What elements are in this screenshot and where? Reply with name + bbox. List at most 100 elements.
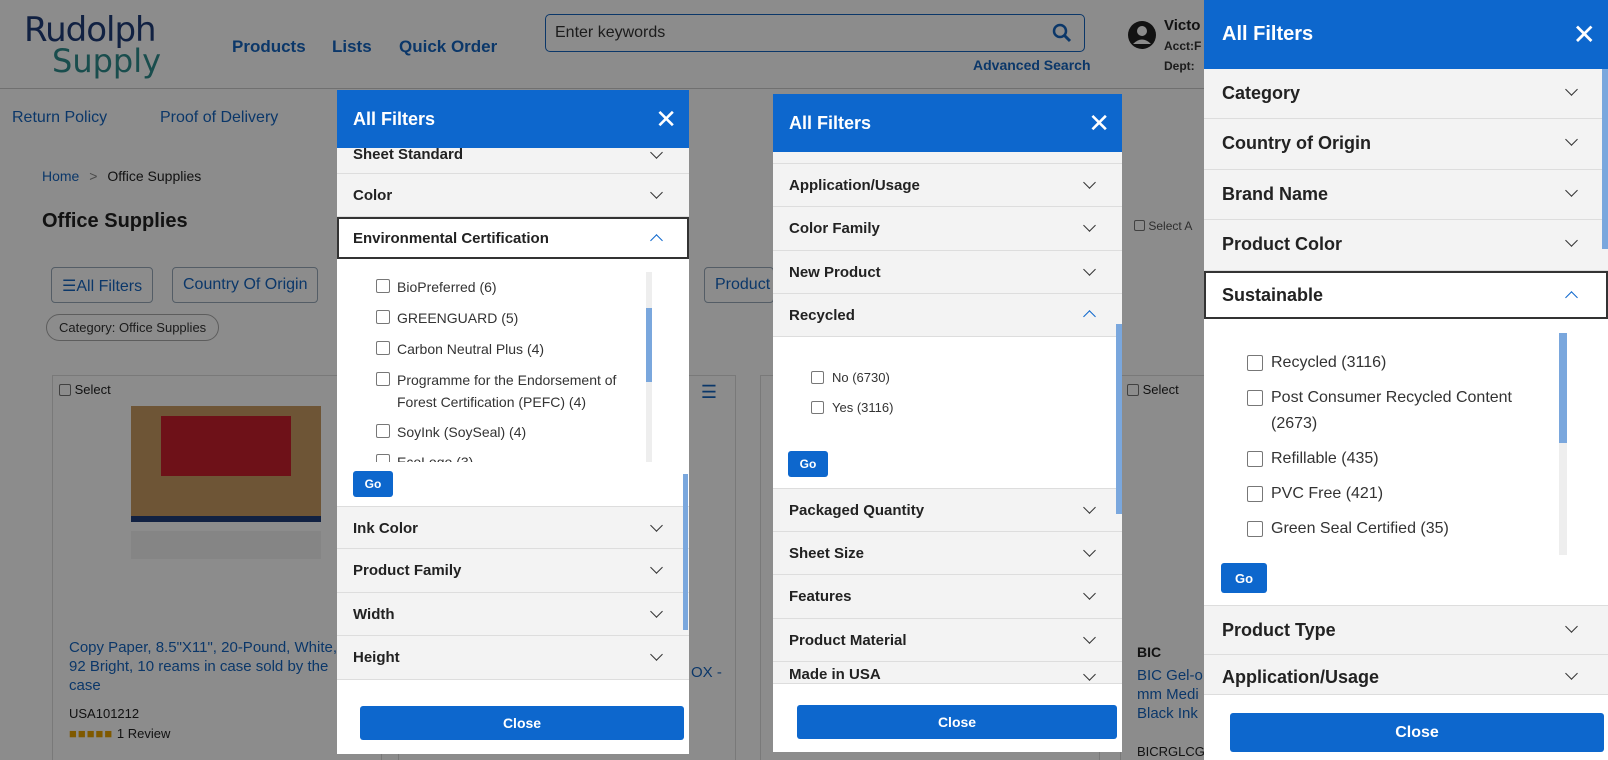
filter-row-ink-color[interactable]: Ink Color xyxy=(337,506,689,549)
filter-row-partial[interactable] xyxy=(773,152,1122,164)
filter-row-label: Recycled xyxy=(789,307,855,324)
filter-row-features[interactable]: Features xyxy=(773,575,1122,619)
filter-row-color-family[interactable]: Color Family xyxy=(773,207,1122,251)
options-scrollbar-thumb[interactable] xyxy=(1559,333,1567,443)
filter-row-recycled[interactable]: Recycled xyxy=(773,294,1122,337)
option-checkbox[interactable] xyxy=(1247,521,1263,537)
chevron-down-icon xyxy=(1565,620,1578,633)
filter-row-made-in-usa[interactable]: Made in USA xyxy=(773,662,1122,684)
option-checkbox[interactable] xyxy=(1247,355,1263,371)
option-checkbox[interactable] xyxy=(376,279,390,293)
chevron-down-icon xyxy=(1083,219,1096,232)
filter-row-application-usage[interactable]: Application/Usage xyxy=(773,164,1122,207)
filter-row-label: Country of Origin xyxy=(1222,133,1371,153)
filter-row-category[interactable]: Category xyxy=(1204,69,1608,119)
filter-row-product-family[interactable]: Product Family xyxy=(337,549,689,593)
option-label[interactable]: Refillable (435) xyxy=(1271,450,1379,468)
filter-row-label: Product Color xyxy=(1222,234,1342,254)
panel-scrollbar-thumb[interactable] xyxy=(683,474,688,630)
go-button[interactable]: Go xyxy=(788,451,828,477)
filter-row-country-of-origin[interactable]: Country of Origin xyxy=(1204,119,1608,170)
option-checkbox[interactable] xyxy=(376,372,390,386)
close-icon[interactable]: ✕ xyxy=(1088,108,1110,139)
filter-row-label: Application/Usage xyxy=(1222,667,1380,687)
filter-row-label: Environmental Certification xyxy=(353,230,549,247)
option-label[interactable]: Recycled (3116) xyxy=(1271,354,1386,372)
option-label[interactable]: Post Consumer Recycled Content xyxy=(1271,389,1512,407)
filter-row-brand-name[interactable]: Brand Name xyxy=(1204,170,1608,220)
option-label[interactable]: BioPreferred (6) xyxy=(397,279,497,295)
filter-row-label: Category xyxy=(1222,83,1301,103)
close-button[interactable]: Close xyxy=(360,706,684,740)
panel-header: All Filters ✕ xyxy=(773,94,1122,152)
filter-row-sheet-size[interactable]: Sheet Size xyxy=(773,532,1122,575)
filter-row-height[interactable]: Height xyxy=(337,636,689,680)
filter-row-width[interactable]: Width xyxy=(337,593,689,636)
filter-row-label: Features xyxy=(789,588,852,605)
chevron-down-icon xyxy=(650,561,663,574)
option-checkbox[interactable] xyxy=(1247,451,1263,467)
filter-row-label: Sustainable xyxy=(1222,285,1324,305)
panel-scrollbar-thumb[interactable] xyxy=(1116,324,1122,514)
option-label[interactable]: SoyInk (SoySeal) (4) xyxy=(397,424,526,440)
chevron-down-icon xyxy=(1083,544,1096,557)
chevron-down-icon xyxy=(1565,184,1578,197)
option-label[interactable]: GREENGUARD (5) xyxy=(397,310,518,326)
filter-row-product-type[interactable]: Product Type xyxy=(1204,605,1608,655)
option-label[interactable]: Green Seal Certified (35) xyxy=(1271,520,1449,538)
chevron-up-icon xyxy=(1083,310,1096,323)
filter-row-environmental-certification[interactable]: Environmental Certification xyxy=(337,217,689,259)
option-label[interactable]: Programme for the Endorsement of xyxy=(397,372,616,388)
filter-row-label: Sheet Size xyxy=(789,545,865,562)
go-button[interactable]: Go xyxy=(353,471,393,497)
chevron-down-icon xyxy=(1083,176,1096,189)
option-checkbox[interactable] xyxy=(1247,390,1263,406)
filter-row-label: Product Material xyxy=(789,632,907,649)
filter-row-product-material[interactable]: Product Material xyxy=(773,619,1122,662)
option-checkbox[interactable] xyxy=(376,341,390,355)
filters-panel-3: All Filters ✕ Category Country of Origin… xyxy=(1204,0,1608,760)
close-icon[interactable]: ✕ xyxy=(1573,18,1596,51)
filter-row-sheet-standard[interactable]: Sheet Standard xyxy=(337,146,689,174)
filter-row-application-usage[interactable]: Application/Usage xyxy=(1204,655,1608,695)
close-button[interactable]: Close xyxy=(797,705,1117,739)
option-checkbox[interactable] xyxy=(376,310,390,324)
option-checkbox[interactable] xyxy=(1247,486,1263,502)
option-checkbox[interactable] xyxy=(376,454,390,462)
option-checkbox[interactable] xyxy=(376,424,390,438)
chevron-down-icon xyxy=(1565,667,1578,680)
option-label[interactable]: No (6730) xyxy=(832,370,890,385)
option-label-cont[interactable]: Forest Certification (PEFC) (4) xyxy=(397,394,586,410)
filter-row-label: Height xyxy=(353,649,400,666)
option-checkbox[interactable] xyxy=(811,401,824,414)
option-label-cont[interactable]: (2673) xyxy=(1271,415,1317,433)
filter-row-label: Sheet Standard xyxy=(353,146,464,163)
chevron-down-icon xyxy=(1565,133,1578,146)
filter-row-color[interactable]: Color xyxy=(337,174,689,217)
filter-row-label: New Product xyxy=(789,264,881,281)
close-button[interactable]: Close xyxy=(1230,713,1604,752)
chevron-up-icon xyxy=(1565,291,1578,304)
go-button[interactable]: Go xyxy=(1221,563,1267,593)
option-checkbox[interactable] xyxy=(811,371,824,384)
chevron-down-icon xyxy=(1083,263,1096,276)
filter-row-packaged-quantity[interactable]: Packaged Quantity xyxy=(773,488,1122,532)
panel-scrollbar-thumb[interactable] xyxy=(1602,69,1608,249)
filter-row-label: Ink Color xyxy=(353,520,419,537)
option-label[interactable]: Yes (3116) xyxy=(832,400,893,415)
option-label[interactable]: EcoLogo (3) xyxy=(397,454,473,462)
chevron-down-icon xyxy=(1565,83,1578,96)
panel-title: All Filters xyxy=(1222,23,1314,45)
filter-row-label: Brand Name xyxy=(1222,184,1329,204)
filter-row-label: Made in USA xyxy=(789,666,881,683)
filter-row-sustainable[interactable]: Sustainable xyxy=(1204,271,1608,319)
filter-row-new-product[interactable]: New Product xyxy=(773,251,1122,294)
filter-row-product-color[interactable]: Product Color xyxy=(1204,220,1608,271)
close-icon[interactable]: ✕ xyxy=(655,104,677,135)
filter-row-label: Application/Usage xyxy=(789,177,920,194)
chevron-down-icon xyxy=(1083,587,1096,600)
option-label[interactable]: Carbon Neutral Plus (4) xyxy=(397,341,544,357)
option-label[interactable]: PVC Free (421) xyxy=(1271,485,1383,503)
filter-row-label: Packaged Quantity xyxy=(789,502,925,519)
options-scrollbar-thumb[interactable] xyxy=(646,308,652,382)
